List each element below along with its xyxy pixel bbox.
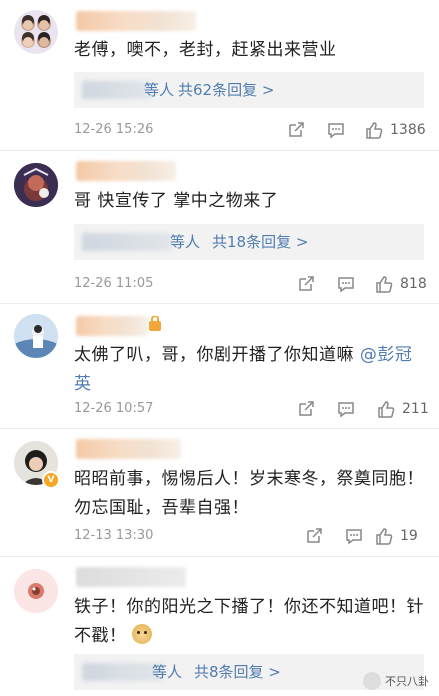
like-icon[interactable] xyxy=(374,526,394,546)
reply-count-link[interactable]: 共8条回复 > xyxy=(194,654,281,690)
comment-meta: 12-13 13:30 19 xyxy=(74,526,424,548)
comment-icon[interactable] xyxy=(326,120,346,140)
comment-text: 昭昭前事，惕惕后人！岁末寒冬，祭奠同胞！ 勿忘国耻，吾辈自强！ xyxy=(74,469,424,518)
comment-text: 哥 快宣传了 掌中之物来了 xyxy=(74,191,279,211)
share-icon[interactable] xyxy=(286,120,306,140)
doge-emoji-icon xyxy=(132,624,153,644)
reply-summary[interactable]: 等人 共18条回复 > xyxy=(74,224,424,260)
member-badge-icon xyxy=(149,316,161,331)
comment-icon[interactable] xyxy=(336,274,356,294)
divider xyxy=(0,428,439,429)
username-blurred[interactable] xyxy=(76,11,196,31)
avatar[interactable] xyxy=(14,569,58,613)
timestamp: 12-13 13:30 xyxy=(74,528,154,543)
comment-text-body: 太佛了叭，哥，你剧开播了你知道嘛 xyxy=(74,345,360,365)
comment-icon[interactable] xyxy=(336,399,356,419)
avatar[interactable] xyxy=(14,10,58,54)
reply-count-link[interactable]: 共18条回复 > xyxy=(212,224,308,260)
comment-text-body: 铁子！你的阳光之下播了！你还不知道吧！针不戳！ xyxy=(74,597,424,646)
comment-text: 老傅，噢不，老封，赶紧出来营业 xyxy=(74,40,337,60)
reply-users-blurred xyxy=(82,81,152,99)
wechat-logo-icon xyxy=(363,672,381,690)
verified-badge-icon: V xyxy=(42,471,60,489)
username-blurred[interactable] xyxy=(76,316,148,336)
timestamp: 12-26 15:26 xyxy=(74,122,154,137)
like-count: 818 xyxy=(400,276,427,292)
timestamp: 12-26 11:05 xyxy=(74,276,154,291)
username-blurred[interactable] xyxy=(76,161,176,181)
reply-users-suffix: 等人 xyxy=(170,233,201,251)
share-icon[interactable] xyxy=(296,399,316,419)
watermark: 不只八卦 xyxy=(363,672,429,690)
comment-meta: 12-26 11:05 818 xyxy=(74,274,427,296)
avatar[interactable] xyxy=(14,163,58,207)
timestamp: 12-26 10:57 xyxy=(74,401,154,416)
like-count: 211 xyxy=(402,401,429,417)
divider xyxy=(0,303,439,304)
like-count: 1386 xyxy=(390,122,426,138)
reply-count-link[interactable]: 共62条回复 > xyxy=(178,72,274,108)
like-count: 19 xyxy=(400,528,418,544)
comment-text: 铁子！你的阳光之下播了！你还不知道吧！针不戳！ xyxy=(74,593,424,651)
reply-summary[interactable]: 等人 共62条回复 > xyxy=(74,72,424,108)
comment-meta: 12-26 10:57 211 xyxy=(74,399,429,421)
reply-users-suffix: 等人 xyxy=(144,81,175,99)
comment-icon[interactable] xyxy=(344,526,364,546)
reply-users-blurred xyxy=(82,663,162,681)
comment-text: 太佛了叭，哥，你剧开播了你知道嘛 @彭冠英 xyxy=(74,341,424,399)
like-icon[interactable] xyxy=(376,399,396,419)
like-icon[interactable] xyxy=(374,274,394,294)
reply-users-blurred xyxy=(82,233,172,251)
username-blurred[interactable] xyxy=(76,439,181,459)
comment-meta: 12-26 15:26 1386 xyxy=(74,120,426,142)
reply-users-suffix: 等人 xyxy=(152,663,183,681)
divider xyxy=(0,150,439,151)
watermark-text: 不只八卦 xyxy=(385,675,429,688)
username-blurred[interactable] xyxy=(76,567,186,587)
share-icon[interactable] xyxy=(296,274,316,294)
like-icon[interactable] xyxy=(364,120,384,140)
share-icon[interactable] xyxy=(304,526,324,546)
divider xyxy=(0,556,439,557)
avatar[interactable] xyxy=(14,314,58,358)
